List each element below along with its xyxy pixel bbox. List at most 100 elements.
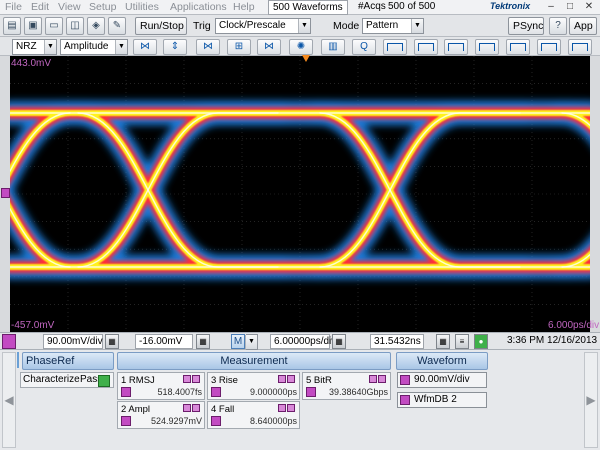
keypad-icon[interactable]: ▦ <box>105 334 119 349</box>
measurement-value: 9.000000ps <box>249 387 297 397</box>
mode-select[interactable]: Pattern ▼ <box>362 18 424 34</box>
scroll-right-icon[interactable]: ▶ <box>584 352 598 448</box>
graticule <box>10 56 590 332</box>
minimize-button[interactable]: – <box>542 0 560 14</box>
m-button[interactable]: M <box>231 334 245 349</box>
frequency-icon[interactable] <box>506 39 530 55</box>
measurement-color-swatch <box>211 416 221 426</box>
trigger-position-marker[interactable] <box>302 55 310 62</box>
trig-label: Trig <box>193 20 211 32</box>
autoset-icon[interactable]: ✎ <box>108 17 126 35</box>
app-button[interactable]: App <box>569 17 597 35</box>
characterize-label: Characterize <box>23 374 80 385</box>
eye-diagram-display[interactable] <box>0 56 600 332</box>
save-icon[interactable]: ▣ <box>24 17 42 35</box>
trigger-source-select[interactable]: Clock/Prescale ▼ <box>215 18 311 34</box>
keypad-icon[interactable]: ▦ <box>436 334 450 349</box>
measurement-color-swatch <box>211 387 221 397</box>
offset-field[interactable]: -16.00mV <box>135 334 193 349</box>
timebase-select[interactable]: ▼ <box>245 334 258 350</box>
measurement-value: 518.4007fs <box>157 387 202 397</box>
datetime-display: 3:36 PM 12/16/2013 <box>507 335 598 346</box>
default-setup-icon[interactable]: ◈ <box>87 17 105 35</box>
position-field[interactable]: 31.5432ns <box>370 334 424 349</box>
measurement-value: 524.9297mV <box>150 416 202 426</box>
measurement-title: 5 BitR <box>306 375 332 386</box>
phase-ref-header[interactable]: PhaseRef (C5_C6) <box>22 352 114 383</box>
mode-value: Pattern <box>366 20 399 31</box>
mode-label: Mode <box>333 20 360 32</box>
duty-cycle-icon[interactable] <box>537 39 561 55</box>
measurement-options-icon[interactable] <box>277 404 297 413</box>
noise-icon[interactable]: ✺ <box>289 39 313 55</box>
measure-icon[interactable]: ◫ <box>66 17 84 35</box>
measurement-type-value: Amplitude <box>64 41 109 52</box>
measurement-color-swatch <box>306 387 316 397</box>
eye-crossing-icon[interactable]: ⋈ <box>133 39 157 55</box>
close-button[interactable]: ✕ <box>580 0 598 14</box>
pulse-width-icon[interactable] <box>444 39 468 55</box>
measurement-options-icon[interactable] <box>277 375 297 384</box>
menu-setup[interactable]: Setup <box>89 1 116 13</box>
trigger-source-value: Clock/Prescale <box>219 20 286 31</box>
menu-applications[interactable]: Applications <box>170 1 227 13</box>
time-scale-label: 6.000ps/div <box>548 320 600 331</box>
channel-color-swatch[interactable] <box>2 334 16 349</box>
progress-icon[interactable]: ● <box>474 334 488 349</box>
histogram-icon[interactable]: ▥ <box>321 39 345 55</box>
measurement-title: 2 Ampl <box>121 404 151 415</box>
wizard-icon[interactable]: ≡ <box>455 334 469 349</box>
measurement-ampl[interactable]: 2 Ampl 524.9297mV <box>117 401 205 429</box>
tektronix-logo: Tektronix <box>490 1 531 11</box>
fall-time-icon[interactable] <box>414 39 438 55</box>
measurement-options-icon[interactable] <box>182 375 202 384</box>
menu-help[interactable]: Help <box>233 1 255 13</box>
rise-time-icon[interactable] <box>383 39 407 55</box>
chevron-down-icon: ▼ <box>298 19 310 33</box>
measurement-rise[interactable]: 3 Rise 9.000000ps <box>207 372 300 400</box>
waveform-header[interactable]: Waveform <box>396 352 488 370</box>
scroll-left-icon[interactable]: ◀ <box>2 352 16 448</box>
bit-rate-icon[interactable] <box>568 39 592 55</box>
measurement-fall[interactable]: 4 Fall 8.640000ps <box>207 401 300 429</box>
print-icon[interactable]: ▤ <box>3 17 21 35</box>
waveform-color-swatch <box>400 375 410 385</box>
maximize-button[interactable]: □ <box>561 0 579 14</box>
keypad-icon[interactable]: ▦ <box>196 334 210 349</box>
chevron-down-icon: ▼ <box>115 40 127 54</box>
waveform-db-label: WfmDB 2 <box>414 394 457 405</box>
menu-edit[interactable]: Edit <box>31 1 49 13</box>
period-icon[interactable] <box>475 39 499 55</box>
measurement-header[interactable]: Measurement <box>117 352 391 370</box>
eye-height-icon[interactable]: ⇕ <box>163 39 187 55</box>
measurement-options-icon[interactable] <box>368 375 388 384</box>
waveform-scale-item[interactable]: 90.00mV/div <box>397 372 487 388</box>
measurement-title: 3 Rise <box>211 375 238 386</box>
menu-utilities[interactable]: Utilities <box>125 1 159 13</box>
measurement-type-select[interactable]: Amplitude ▼ <box>60 39 128 55</box>
measurement-bitr[interactable]: 5 BitR 39.38640Gbps <box>302 372 391 400</box>
waveform-db-item[interactable]: WfmDB 2 <box>397 392 487 408</box>
menu-file[interactable]: File <box>5 1 22 13</box>
keypad-icon[interactable]: ▦ <box>332 334 346 349</box>
signal-type-value: NRZ <box>16 41 37 52</box>
jitter-icon[interactable]: ⊞ <box>227 39 251 55</box>
measurement-rmsj[interactable]: 1 RMSJ 518.4007fs <box>117 372 205 400</box>
menu-view[interactable]: View <box>58 1 81 13</box>
help-icon[interactable]: ? <box>549 17 567 35</box>
measurement-options-icon[interactable] <box>182 404 202 413</box>
psync-button[interactable]: PSync <box>508 17 544 35</box>
channel-ground-marker[interactable] <box>1 188 10 198</box>
vertical-scale-field[interactable]: 90.00mV/div <box>43 334 103 349</box>
signal-type-select[interactable]: NRZ ▼ <box>12 39 57 55</box>
open-file-icon[interactable]: ▭ <box>45 17 63 35</box>
run-stop-button[interactable]: Run/Stop <box>135 17 187 35</box>
horizontal-scale-field[interactable]: 6.00000ps/div <box>270 334 336 349</box>
waveform-count-field[interactable]: 500 Waveforms <box>268 0 348 15</box>
measurement-value: 39.38640Gbps <box>328 387 388 397</box>
eye-opening-icon[interactable]: ⋈ <box>257 39 281 55</box>
acqs-value: 500 of 500 <box>388 1 436 12</box>
q-factor-icon[interactable]: Q <box>352 39 376 55</box>
eye-width-icon[interactable]: ⋈ <box>196 39 220 55</box>
measurement-color-swatch <box>121 416 131 426</box>
